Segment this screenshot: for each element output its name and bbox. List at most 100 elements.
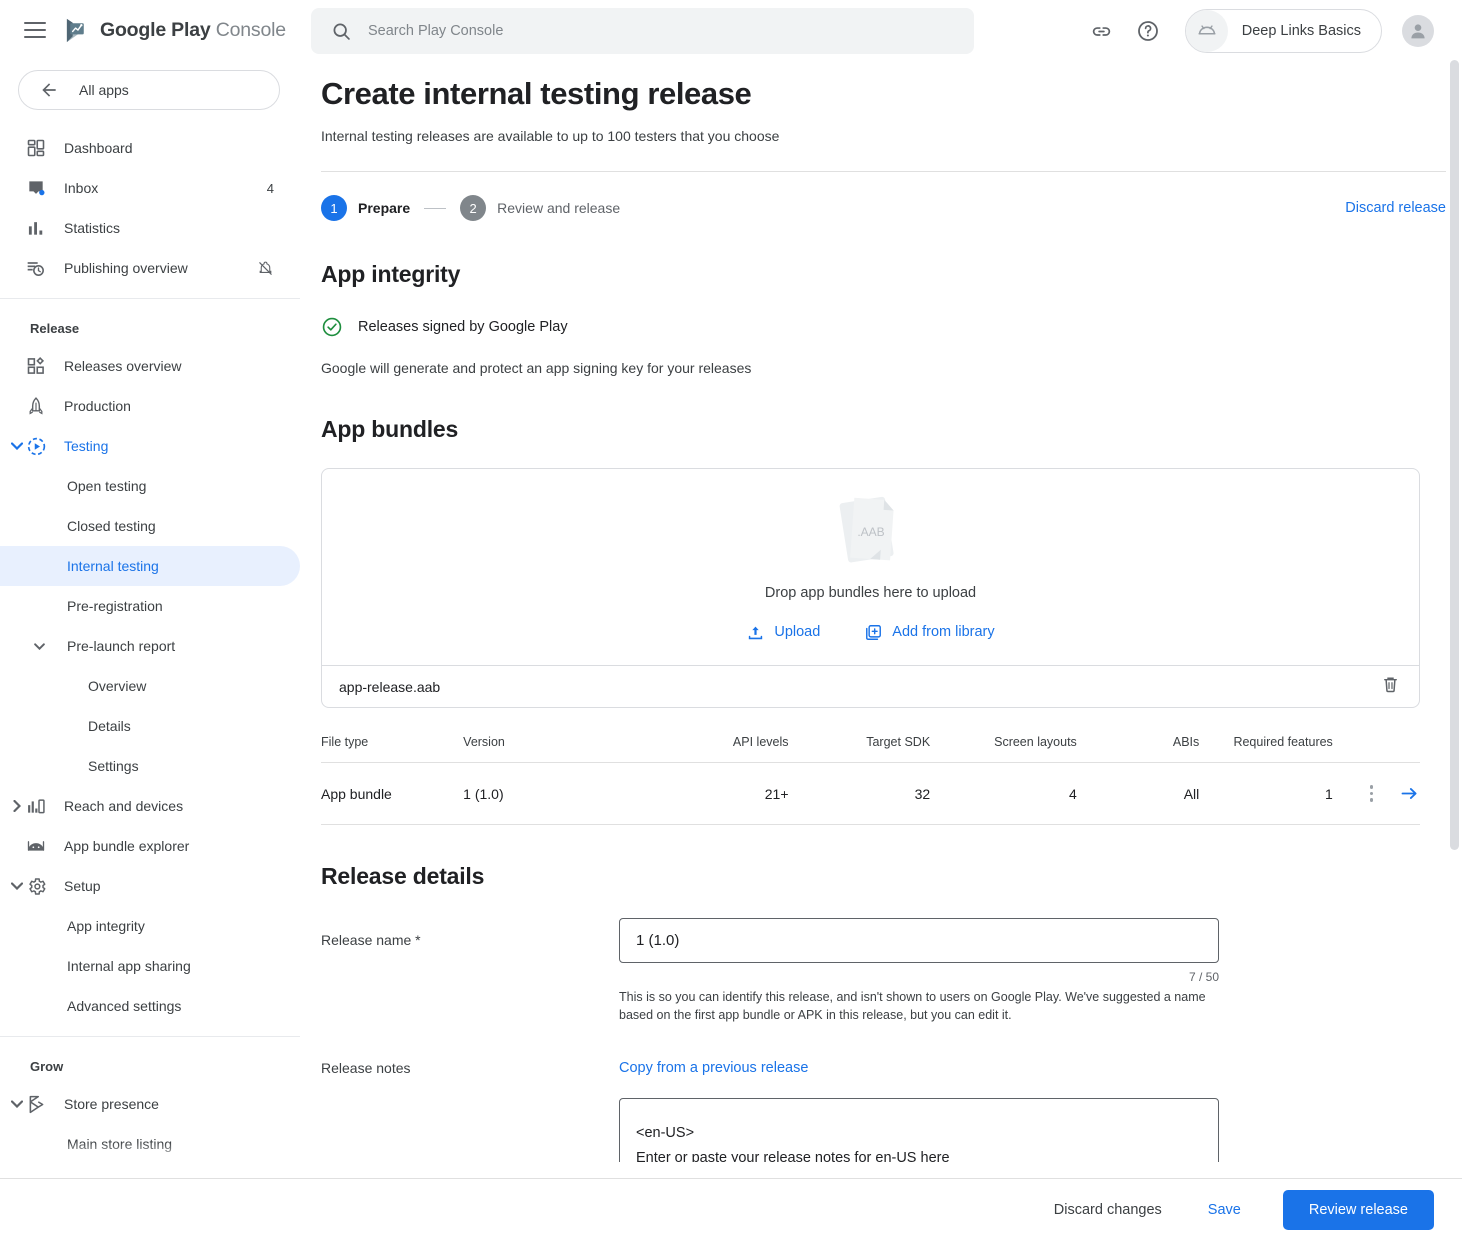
- page-title: Create internal testing release: [321, 62, 1462, 112]
- sidebar-item-label: Releases overview: [64, 358, 182, 374]
- stepper: 1 Prepare 2 Review and release Discard r…: [321, 172, 1462, 221]
- sidebar-item-label: Internal testing: [67, 558, 159, 574]
- sidebar-item-label: Dashboard: [64, 140, 133, 156]
- release-name-row: Release name * 7 / 50 This is so you can…: [321, 890, 1462, 1024]
- chevron-down-icon[interactable]: [8, 877, 26, 895]
- sidebar-item-label: Testing: [64, 438, 108, 454]
- col-api-levels: API levels: [652, 735, 789, 763]
- col-screen-layouts: Screen layouts: [930, 735, 1077, 763]
- sidebar-item-dashboard[interactable]: Dashboard: [0, 128, 300, 168]
- sidebar-item-pre-launch-report[interactable]: Pre-launch report: [0, 626, 300, 666]
- google-play-console-logo[interactable]: Google Play Console: [64, 17, 286, 44]
- step-connector: [424, 208, 446, 209]
- library-add-icon: [864, 623, 883, 642]
- sidebar-section-grow: Grow: [0, 1037, 300, 1084]
- save-button[interactable]: Save: [1190, 1192, 1259, 1228]
- aab-file-icon: .AAB: [828, 493, 914, 571]
- table-row[interactable]: App bundle 1 (1.0) 21+ 32 4 All 1: [321, 763, 1420, 825]
- sidebar-item-overview[interactable]: Overview: [0, 666, 300, 706]
- col-version: Version: [463, 735, 652, 763]
- copy-from-previous-release-link[interactable]: Copy from a previous release: [619, 1046, 808, 1076]
- col-abis: ABIs: [1077, 735, 1199, 763]
- step-1-badge: 1: [321, 195, 347, 221]
- sidebar-section-release: Release: [0, 299, 300, 346]
- col-file-type: File type: [321, 735, 463, 763]
- main-area: Deep Links Basics Create internal testin…: [300, 0, 1462, 1240]
- add-from-library-button[interactable]: Add from library: [864, 623, 994, 642]
- bottom-action-bar: Discard changes Save Review release: [0, 1178, 1462, 1240]
- signing-status-text: Releases signed by Google Play: [358, 319, 568, 335]
- sidebar-item-testing[interactable]: Testing: [0, 426, 300, 466]
- menu-icon[interactable]: [24, 22, 46, 38]
- check-circle-icon: [321, 316, 343, 338]
- sidebar-item-advanced-settings[interactable]: Advanced settings: [0, 986, 300, 1026]
- step-2-label[interactable]: Review and release: [497, 200, 620, 216]
- chevron-down-icon[interactable]: [8, 1095, 26, 1113]
- sidebar-item-publishing-overview[interactable]: Publishing overview: [0, 248, 300, 288]
- sidebar-item-label: Settings: [88, 758, 139, 774]
- app-selector-chip[interactable]: Deep Links Basics: [1185, 9, 1382, 53]
- bottom-mask: [0, 1162, 1462, 1178]
- release-name-input[interactable]: [619, 918, 1219, 963]
- sidebar-item-production[interactable]: Production: [0, 386, 300, 426]
- store-presence-icon: [26, 1094, 52, 1115]
- col-actions: [1333, 735, 1420, 763]
- sidebar-item-reach-and-devices[interactable]: Reach and devices: [0, 786, 300, 826]
- cell-version: 1 (1.0): [463, 763, 652, 825]
- arrow-forward-icon[interactable]: [1399, 783, 1420, 804]
- sidebar-item-pre-registration[interactable]: Pre-registration: [0, 586, 300, 626]
- col-target-sdk: Target SDK: [789, 735, 931, 763]
- upload-icon: [746, 623, 765, 642]
- sidebar-item-releases-overview[interactable]: Releases overview: [0, 346, 300, 386]
- search-input[interactable]: [368, 23, 928, 39]
- search-box[interactable]: [311, 8, 974, 54]
- sidebar-item-label: Pre-launch report: [67, 638, 175, 654]
- help-icon[interactable]: [1135, 18, 1161, 44]
- col-required-features: Required features: [1199, 735, 1333, 763]
- discard-changes-button[interactable]: Discard changes: [1038, 1192, 1178, 1228]
- cell-required-features: 1: [1199, 763, 1333, 825]
- dropzone-actions: Upload Add from library: [746, 623, 994, 642]
- sidebar-item-label: Pre-registration: [67, 598, 163, 614]
- chevron-down-icon[interactable]: [30, 637, 48, 655]
- reach-devices-icon: [26, 796, 52, 816]
- bundle-dropzone[interactable]: .AAB Drop app bundles here to upload Upl…: [322, 469, 1419, 665]
- sidebar-item-store-presence[interactable]: Store presence: [0, 1084, 300, 1124]
- release-details-heading: Release details: [321, 863, 1462, 890]
- sidebar-item-label: Inbox: [64, 180, 98, 196]
- delete-icon[interactable]: [1380, 674, 1401, 700]
- scrollbar-track[interactable]: [1450, 60, 1459, 1120]
- discard-release-link[interactable]: Discard release: [1345, 200, 1446, 216]
- release-name-help: This is so you can identify this release…: [619, 984, 1219, 1024]
- step-1-label[interactable]: Prepare: [358, 200, 410, 216]
- sidebar-item-settings[interactable]: Settings: [0, 746, 300, 786]
- more-options-icon[interactable]: [1370, 785, 1374, 802]
- sidebar-item-internal-app-sharing[interactable]: Internal app sharing: [0, 946, 300, 986]
- link-icon[interactable]: [1089, 18, 1115, 44]
- chevron-down-icon[interactable]: [8, 437, 26, 455]
- sidebar-item-open-testing[interactable]: Open testing: [0, 466, 300, 506]
- notifications-off-icon[interactable]: [257, 260, 274, 277]
- upload-button[interactable]: Upload: [746, 623, 820, 642]
- app-bundle-explorer-icon: [26, 836, 52, 856]
- dashboard-icon: [26, 138, 52, 158]
- review-release-button[interactable]: Review release: [1283, 1190, 1434, 1230]
- sidebar-item-internal-testing[interactable]: Internal testing: [0, 546, 300, 586]
- sidebar-item-app-bundle-explorer[interactable]: App bundle explorer: [0, 826, 300, 866]
- sidebar-item-inbox[interactable]: Inbox 4: [0, 168, 300, 208]
- all-apps-button[interactable]: All apps: [18, 70, 280, 110]
- scrollbar-thumb[interactable]: [1450, 60, 1459, 850]
- sidebar-item-statistics[interactable]: Statistics: [0, 208, 300, 248]
- inbox-badge-count: 4: [267, 181, 274, 196]
- page-subtitle: Internal testing releases are available …: [321, 112, 1462, 144]
- upload-label: Upload: [774, 624, 820, 640]
- avatar[interactable]: [1402, 15, 1434, 47]
- sidebar-item-setup[interactable]: Setup: [0, 866, 300, 906]
- sidebar-item-label: Publishing overview: [64, 260, 188, 276]
- sidebar-item-label: Internal app sharing: [67, 958, 191, 974]
- sidebar-item-app-integrity[interactable]: App integrity: [0, 906, 300, 946]
- chevron-right-icon[interactable]: [8, 797, 26, 815]
- bundles-table: File type Version API levels Target SDK …: [321, 735, 1420, 825]
- sidebar-item-details[interactable]: Details: [0, 706, 300, 746]
- sidebar-item-closed-testing[interactable]: Closed testing: [0, 506, 300, 546]
